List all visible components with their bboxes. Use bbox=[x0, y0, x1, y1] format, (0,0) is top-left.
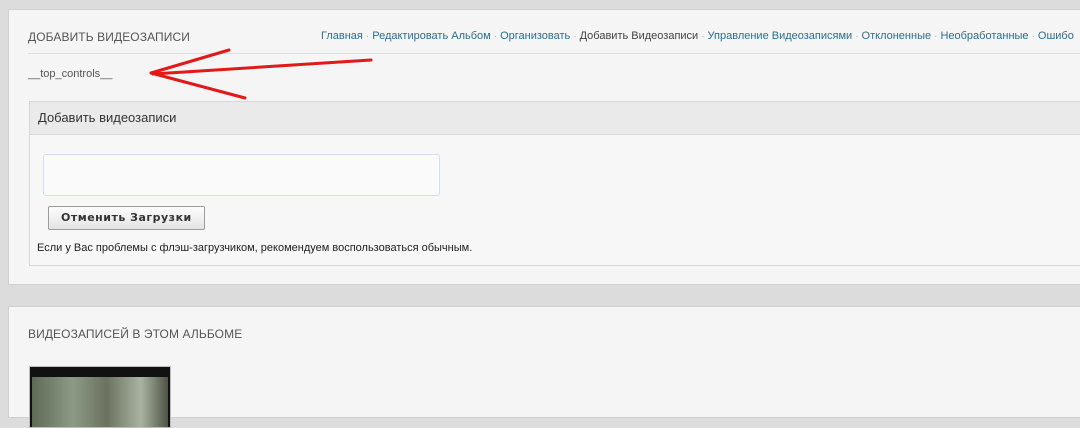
flash-uploader-area[interactable] bbox=[43, 154, 440, 196]
nav-separator: · bbox=[855, 31, 859, 42]
upload-box: Добавить видеозаписи Отменить Загрузки Е… bbox=[29, 101, 1080, 266]
cancel-uploads-button[interactable]: Отменить Загрузки bbox=[48, 206, 205, 230]
nav-errors-link[interactable]: Ошибо bbox=[1038, 30, 1074, 42]
album-nav: Главная · Редактировать Альбом · Организоват… bbox=[321, 30, 1074, 42]
nav-unprocessed-link[interactable]: Необработанные bbox=[940, 30, 1028, 42]
section-title: ДОБАВИТЬ ВИДЕОЗАПИСИ bbox=[28, 30, 190, 44]
nav-separator: · bbox=[365, 31, 370, 42]
album-videos-panel: ВИДЕОЗАПИСЕЙ В ЭТОМ АЛЬБОМЕ bbox=[8, 306, 1080, 428]
nav-edit-album-link[interactable]: Редактировать Альбом bbox=[372, 30, 491, 42]
nav-organize-link[interactable]: Организовать bbox=[500, 30, 570, 42]
nav-add-videos-current: Добавить Видеозаписи bbox=[579, 30, 699, 42]
top-controls-placeholder: __top_controls__ bbox=[28, 68, 113, 80]
video-thumbnail-icon[interactable] bbox=[29, 366, 171, 428]
nav-rejected-link[interactable]: Отклоненные bbox=[862, 30, 932, 42]
nav-separator: · bbox=[573, 31, 577, 42]
nav-separator: · bbox=[701, 31, 705, 42]
nav-separator: · bbox=[1031, 31, 1035, 42]
upload-box-heading: Добавить видеозаписи bbox=[30, 102, 1080, 135]
thumbnail-image bbox=[32, 377, 168, 427]
add-videos-panel: ДОБАВИТЬ ВИДЕОЗАПИСИ Главная · Редактирова… bbox=[8, 9, 1080, 285]
section-title: ВИДЕОЗАПИСЕЙ В ЭТОМ АЛЬБОМЕ bbox=[28, 327, 243, 341]
nav-manage-videos-link[interactable]: Управление Видеозаписями bbox=[708, 30, 853, 42]
nav-separator: · bbox=[934, 31, 938, 42]
flash-help-text: Если у Вас проблемы с флэш-загрузчиком, … bbox=[37, 242, 473, 254]
nav-home-link[interactable]: Главная bbox=[321, 30, 363, 42]
nav-separator: · bbox=[493, 31, 498, 42]
